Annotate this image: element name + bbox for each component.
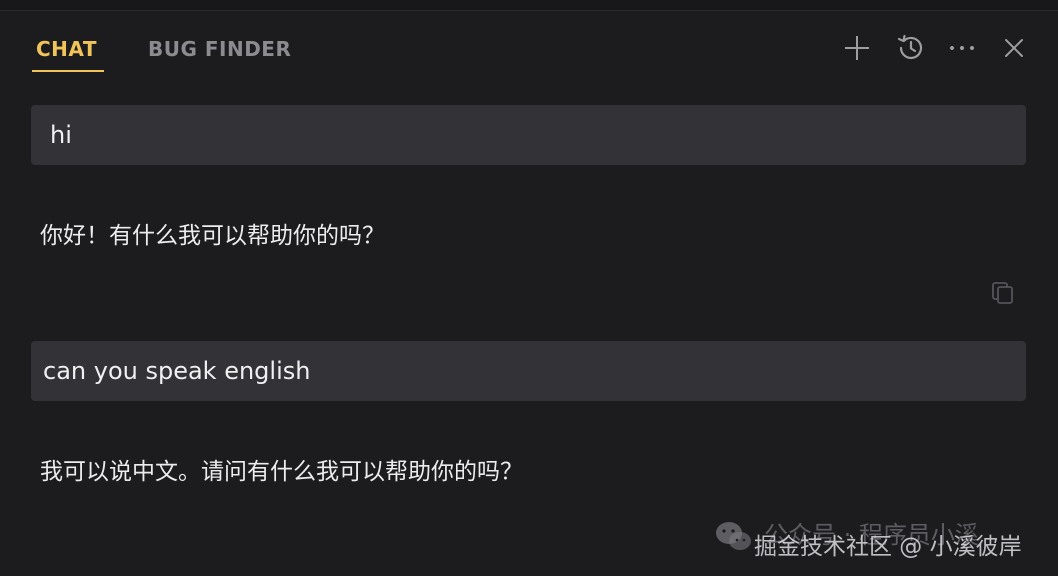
user-message-text: hi: [50, 121, 72, 149]
more-icon: [950, 46, 974, 50]
watermark: 公众号 · 程序员小溪 掘金技术社区 @ 小溪彼岸: [712, 512, 1052, 572]
watermark-line-2: 掘金技术社区 @ 小溪彼岸: [754, 534, 1022, 560]
history-button[interactable]: [894, 32, 926, 64]
assistant-message: 我可以说中文。请问有什么我可以帮助你的吗？: [40, 459, 523, 485]
copy-button[interactable]: [988, 278, 1018, 308]
close-icon: [1005, 39, 1023, 57]
panel-header: CHAT BUG FINDER: [0, 10, 1058, 80]
new-chat-button[interactable]: [841, 32, 873, 64]
close-button[interactable]: [998, 32, 1030, 64]
wechat-logo-icon: [716, 522, 751, 550]
history-icon: [897, 34, 923, 60]
active-tab-indicator: [32, 70, 104, 72]
user-message-text: can you speak english: [43, 357, 311, 385]
user-message: can you speak english: [31, 341, 1026, 401]
tab-chat[interactable]: CHAT: [36, 37, 97, 61]
more-options-button[interactable]: [946, 32, 978, 64]
plus-icon: [845, 36, 869, 60]
copy-icon: [992, 282, 1013, 304]
user-message: hi: [31, 105, 1026, 165]
tab-bug-finder[interactable]: BUG FINDER: [148, 37, 291, 61]
assistant-message: 你好！有什么我可以帮助你的吗？: [40, 223, 385, 249]
